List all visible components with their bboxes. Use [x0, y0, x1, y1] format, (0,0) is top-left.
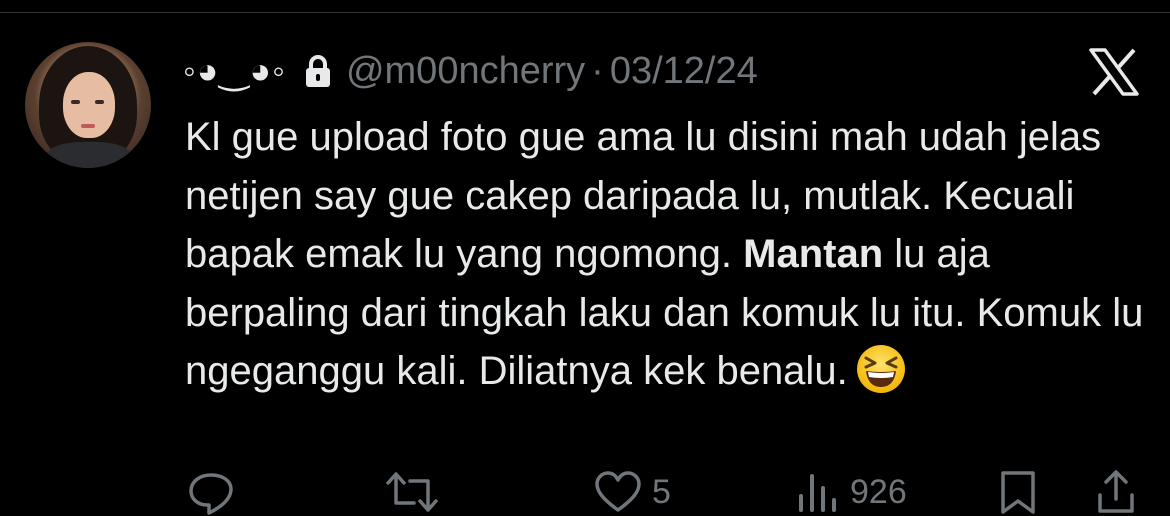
reply-icon	[186, 469, 236, 515]
heart-icon	[594, 470, 642, 514]
header-separator: ·	[591, 49, 604, 92]
bookmark-icon	[998, 469, 1038, 515]
display-name[interactable]: ◦◕‿◕◦	[183, 50, 286, 92]
tweet-text-bold: Mantan	[743, 232, 884, 276]
tweet-date[interactable]: 03/12/24	[610, 50, 758, 93]
lock-icon	[304, 54, 332, 88]
views-button[interactable]: 926	[796, 468, 907, 516]
avatar-eye-right	[95, 100, 104, 104]
reply-button[interactable]	[186, 468, 236, 516]
tweet-text: Kl gue upload foto gue ama lu disini mah…	[185, 108, 1145, 401]
views-count: 926	[850, 472, 907, 511]
retweet-button[interactable]	[384, 468, 450, 516]
share-button[interactable]	[1096, 468, 1136, 516]
avatar-face	[63, 72, 115, 138]
avatar-shirt	[45, 142, 133, 168]
avatar-mouth	[81, 124, 95, 128]
action-bar: 5 926	[0, 468, 1170, 516]
avatar-eye-left	[71, 100, 80, 104]
views-icon	[796, 470, 840, 514]
tweet-header: ◦◕‿◕◦ @m00ncherry · 03/12/24	[183, 46, 758, 96]
share-icon	[1096, 469, 1136, 515]
retweet-icon	[384, 469, 440, 515]
like-count: 5	[652, 472, 671, 511]
like-button[interactable]: 5	[594, 468, 671, 516]
laughing-face-emoji	[856, 344, 906, 394]
top-divider	[0, 12, 1170, 13]
avatar[interactable]	[25, 42, 151, 168]
bookmark-button[interactable]	[998, 468, 1038, 516]
user-handle[interactable]: @m00ncherry	[346, 50, 585, 93]
x-logo-icon[interactable]	[1088, 48, 1140, 96]
